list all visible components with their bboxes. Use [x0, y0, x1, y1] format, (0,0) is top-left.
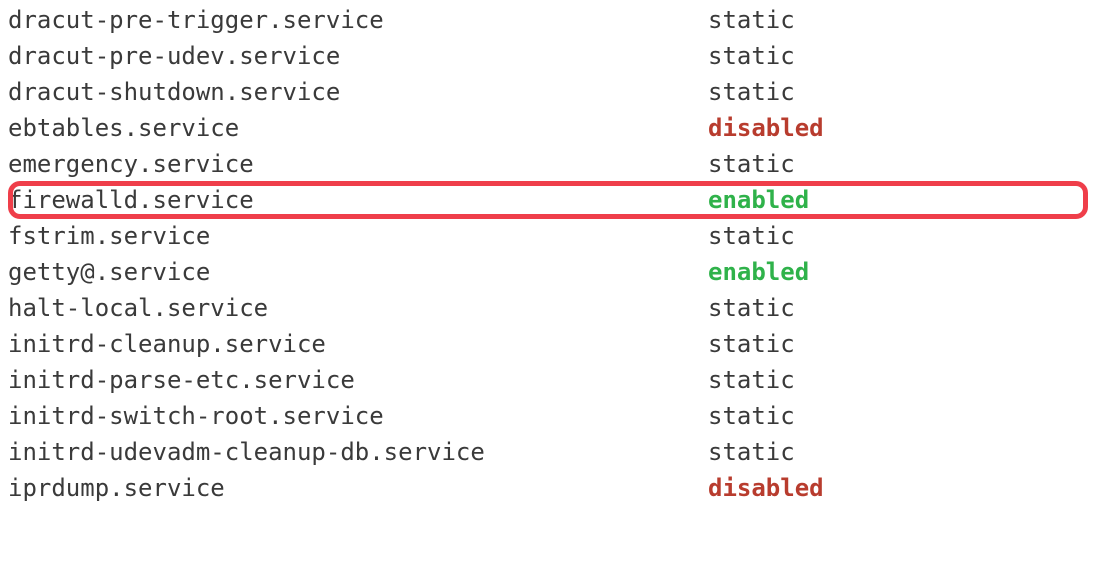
service-name: getty@.service [8, 254, 708, 290]
service-name: iprdump.service [8, 470, 708, 506]
service-status: enabled [708, 254, 809, 290]
service-status: static [708, 290, 795, 326]
service-row: initrd-udevadm-cleanup-db.service static [8, 434, 1098, 470]
service-name: ebtables.service [8, 110, 708, 146]
service-status: static [708, 146, 795, 182]
service-status: static [708, 2, 795, 38]
service-status: static [708, 398, 795, 434]
service-name: initrd-cleanup.service [8, 326, 708, 362]
service-row: iprdump.service disabled [8, 470, 1098, 506]
service-row: ebtables.service disabled [8, 110, 1098, 146]
service-name: initrd-switch-root.service [8, 398, 708, 434]
service-row: dracut-shutdown.service static [8, 74, 1098, 110]
service-status: disabled [708, 470, 824, 506]
terminal-output: dracut-pre-trigger.service static dracut… [8, 2, 1098, 506]
service-status: static [708, 74, 795, 110]
service-name: emergency.service [8, 146, 708, 182]
service-status: enabled [708, 182, 809, 218]
service-status: static [708, 362, 795, 398]
service-row: initrd-cleanup.service static [8, 326, 1098, 362]
service-name: firewalld.service [8, 182, 708, 218]
service-name: dracut-pre-trigger.service [8, 2, 708, 38]
service-name: initrd-udevadm-cleanup-db.service [8, 434, 708, 470]
service-status: static [708, 218, 795, 254]
service-row: emergency.service static [8, 146, 1098, 182]
service-row: halt-local.service static [8, 290, 1098, 326]
service-name: initrd-parse-etc.service [8, 362, 708, 398]
service-row: dracut-pre-udev.service static [8, 38, 1098, 74]
service-row: dracut-pre-trigger.service static [8, 2, 1098, 38]
service-row: initrd-parse-etc.service static [8, 362, 1098, 398]
service-status: static [708, 434, 795, 470]
service-name: dracut-shutdown.service [8, 74, 708, 110]
service-name: halt-local.service [8, 290, 708, 326]
service-row: getty@.service enabled [8, 254, 1098, 290]
service-status: static [708, 38, 795, 74]
service-name: fstrim.service [8, 218, 708, 254]
service-row-highlighted: firewalld.service enabled [8, 182, 1098, 218]
service-row: fstrim.service static [8, 218, 1098, 254]
service-status: static [708, 326, 795, 362]
service-status: disabled [708, 110, 824, 146]
service-row: initrd-switch-root.service static [8, 398, 1098, 434]
service-name: dracut-pre-udev.service [8, 38, 708, 74]
